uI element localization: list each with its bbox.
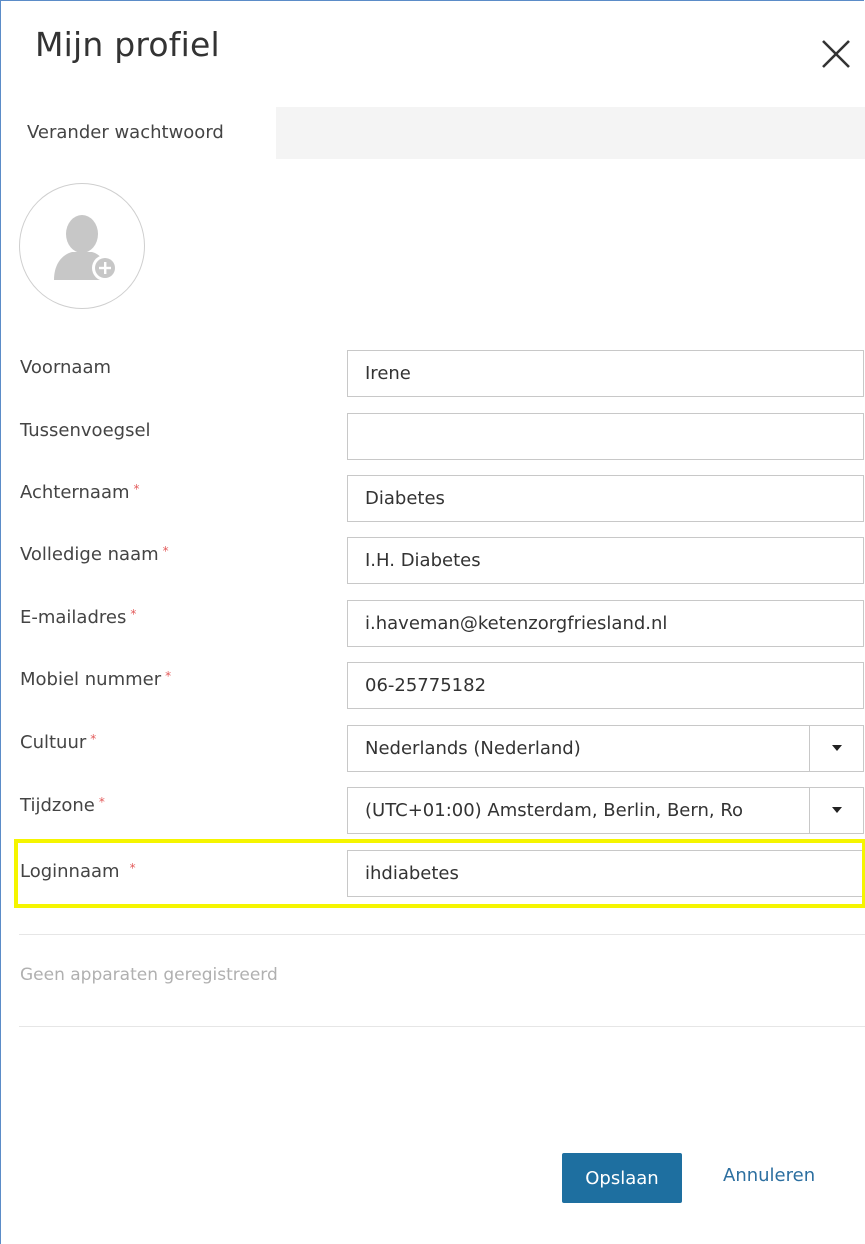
email-field[interactable]: i.haveman@ketenzorgfriesland.nl <box>347 600 864 647</box>
divider <box>19 1026 865 1027</box>
required-marker: * <box>165 669 172 683</box>
required-marker: * <box>90 732 97 746</box>
profile-dialog: Mijn profiel Verander wachtwoord Voornaa… <box>0 0 865 1244</box>
last-name-label: Achternaam * <box>20 482 140 503</box>
full-name-input[interactable]: I.H. Diabetes <box>347 537 864 584</box>
avatar-upload[interactable] <box>19 183 145 309</box>
close-icon <box>822 40 850 68</box>
middle-name-label: Tussenvoegsel <box>20 420 151 441</box>
close-button[interactable] <box>813 31 859 77</box>
culture-label: Cultuur * <box>20 732 97 753</box>
timezone-value: (UTC+01:00) Amsterdam, Berlin, Bern, Ro <box>365 800 744 821</box>
divider <box>19 934 865 935</box>
cancel-button[interactable]: Annuleren <box>723 1165 815 1186</box>
first-name-input[interactable]: Irene <box>347 350 864 397</box>
required-marker: * <box>162 544 169 558</box>
culture-value: Nederlands (Nederland) <box>365 738 581 759</box>
email-label: E-mailadres * <box>20 607 137 628</box>
dialog-title: Mijn profiel <box>35 25 220 64</box>
culture-dropdown-toggle[interactable] <box>809 726 863 771</box>
timezone-select[interactable]: (UTC+01:00) Amsterdam, Berlin, Bern, Ro <box>347 787 864 834</box>
user-add-icon <box>54 215 118 281</box>
timezone-dropdown-toggle[interactable] <box>809 788 863 833</box>
required-marker: * <box>130 607 137 621</box>
caret-down-icon <box>832 745 842 751</box>
no-devices-message: Geen apparaten geregistreerd <box>20 965 278 985</box>
caret-down-icon <box>832 807 842 813</box>
mobile-input[interactable]: 06-25775182 <box>347 662 864 709</box>
first-name-label: Voornaam <box>20 357 112 378</box>
tab-bar: Verander wachtwoord <box>10 107 865 159</box>
middle-name-input[interactable] <box>347 413 864 460</box>
login-name-highlight <box>14 839 865 908</box>
required-marker: * <box>98 795 105 809</box>
tab-change-password[interactable]: Verander wachtwoord <box>10 107 276 159</box>
last-name-input[interactable]: Diabetes <box>347 475 864 522</box>
full-name-label: Volledige naam * <box>20 544 169 565</box>
culture-select[interactable]: Nederlands (Nederland) <box>347 725 864 772</box>
save-button[interactable]: Opslaan <box>562 1153 682 1203</box>
required-marker: * <box>133 482 140 496</box>
mobile-label: Mobiel nummer * <box>20 669 172 690</box>
timezone-label: Tijdzone * <box>20 795 105 816</box>
